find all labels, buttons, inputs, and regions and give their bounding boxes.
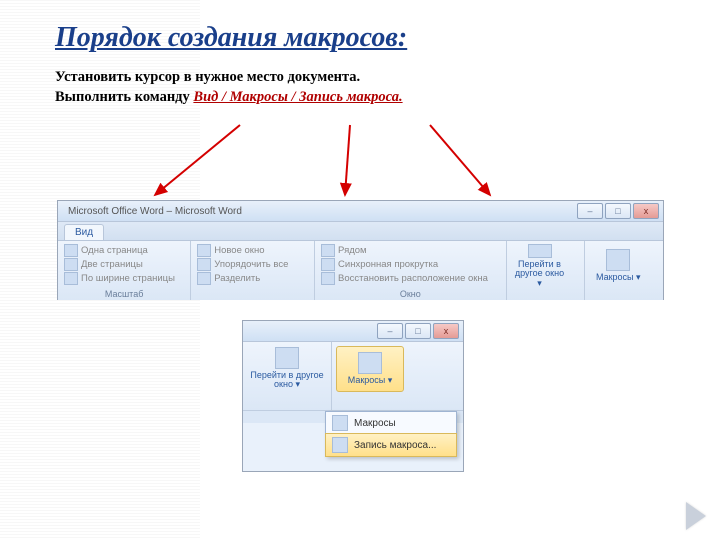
maximize-button[interactable]: □ xyxy=(605,203,631,219)
record-macro-icon xyxy=(332,437,348,453)
step-2: Выполнить команду Вид / Макросы / Запись… xyxy=(55,88,670,108)
btn-new-window[interactable]: Новое окно xyxy=(197,244,308,257)
width-icon xyxy=(64,272,78,285)
btn-page-width[interactable]: По ширине страницы xyxy=(64,272,184,285)
minimize-button[interactable]: – xyxy=(577,203,603,219)
page-icon xyxy=(64,244,78,257)
menu-item-macros[interactable]: Макросы xyxy=(326,412,456,434)
group-label-window: Окно xyxy=(321,289,499,300)
btn-two-pages[interactable]: Две страницы xyxy=(64,258,184,271)
btn-sync-scroll[interactable]: Синхронная прокрутка xyxy=(321,258,499,271)
menu-item-record-macro[interactable]: Запись макроса... xyxy=(325,433,457,457)
btn-side-by-side[interactable]: Рядом xyxy=(321,244,499,257)
r1-group-switch: Перейти в другое окно ▾ xyxy=(507,241,586,300)
reset-icon xyxy=(321,272,335,285)
sync-icon xyxy=(321,258,335,271)
btn-switch-window[interactable]: Перейти в другое окно ▾ xyxy=(513,244,567,288)
r2-titlebar: – □ x xyxy=(243,321,463,342)
macros-dropdown: Макросы Запись макроса... xyxy=(325,411,457,457)
divider xyxy=(331,342,332,410)
switch-window-icon xyxy=(275,347,299,369)
macros-icon xyxy=(358,352,382,374)
sidebyside-icon xyxy=(321,244,335,257)
r2-window-buttons: – □ x xyxy=(377,323,459,339)
macros-menu-icon xyxy=(332,415,348,431)
next-slide-button[interactable] xyxy=(686,502,706,530)
group-label-zoom: Масштаб xyxy=(64,289,184,300)
menu-item-macros-label: Макросы xyxy=(354,418,396,429)
macros-icon xyxy=(606,249,630,271)
menu-item-record-macro-label: Запись макроса... xyxy=(354,440,436,451)
r1-group-macros: Макросы ▾ xyxy=(585,241,663,300)
r1-group-window1: Новое окно Упорядочить все Разделить xyxy=(191,241,315,300)
close-button[interactable]: x xyxy=(633,203,659,219)
btn-reset-windows[interactable]: Восстановить расположение окна xyxy=(321,272,499,285)
btn-macros-2-label: Макросы ▾ xyxy=(348,376,393,385)
btn-switch-window-2[interactable]: Перейти в другое окно ▾ xyxy=(247,346,327,390)
step-2-prefix: Выполнить команду xyxy=(55,89,193,105)
r1-window-title: Microsoft Office Word – Microsoft Word xyxy=(62,206,242,217)
ribbon-screenshot-2: – □ x Перейти в другое окно ▾ Макросы ▾ … xyxy=(242,320,464,472)
btn-switch-window-label: Перейти в другое окно ▾ xyxy=(513,260,567,288)
r1-window-buttons: – □ x xyxy=(577,203,659,219)
step-1: Установить курсор в нужное место докумен… xyxy=(55,68,670,88)
btn-arrange-all[interactable]: Упорядочить все xyxy=(197,258,308,271)
r2-body: Перейти в другое окно ▾ Макросы ▾ xyxy=(243,342,463,410)
r1-group-zoom: Одна страница Две страницы По ширине стр… xyxy=(58,241,191,300)
btn-split[interactable]: Разделить xyxy=(197,272,308,285)
split-icon xyxy=(197,272,211,285)
switch-window-icon xyxy=(528,244,552,258)
btn-switch-window-2-label: Перейти в другое окно ▾ xyxy=(247,371,327,390)
group-label-empty1 xyxy=(197,299,308,300)
arrange-icon xyxy=(197,258,211,271)
slide-title: Порядок создания макросов: xyxy=(55,22,670,54)
ribbon-screenshot-1: Microsoft Office Word – Microsoft Word –… xyxy=(57,200,664,300)
r1-titlebar: Microsoft Office Word – Microsoft Word –… xyxy=(58,201,663,222)
r1-group-window2: Рядом Синхронная прокрутка Восстановить … xyxy=(315,241,506,300)
slide-content: Порядок создания макросов: Установить ку… xyxy=(0,0,720,107)
btn-one-page[interactable]: Одна страница xyxy=(64,244,184,257)
r1-tabs: Вид xyxy=(58,222,663,241)
step-2-command: Вид / Макросы / Запись макроса. xyxy=(193,89,402,105)
pages-icon xyxy=(64,258,78,271)
window-icon xyxy=(197,244,211,257)
minimize-button[interactable]: – xyxy=(377,323,403,339)
btn-macros[interactable]: Макросы ▾ xyxy=(591,244,645,288)
maximize-button[interactable]: □ xyxy=(405,323,431,339)
tab-view[interactable]: Вид xyxy=(64,224,104,240)
close-button[interactable]: x xyxy=(433,323,459,339)
r1-body: Одна страница Две страницы По ширине стр… xyxy=(58,241,663,300)
btn-macros-label: Макросы ▾ xyxy=(596,273,641,282)
btn-macros-2[interactable]: Макросы ▾ xyxy=(336,346,404,392)
